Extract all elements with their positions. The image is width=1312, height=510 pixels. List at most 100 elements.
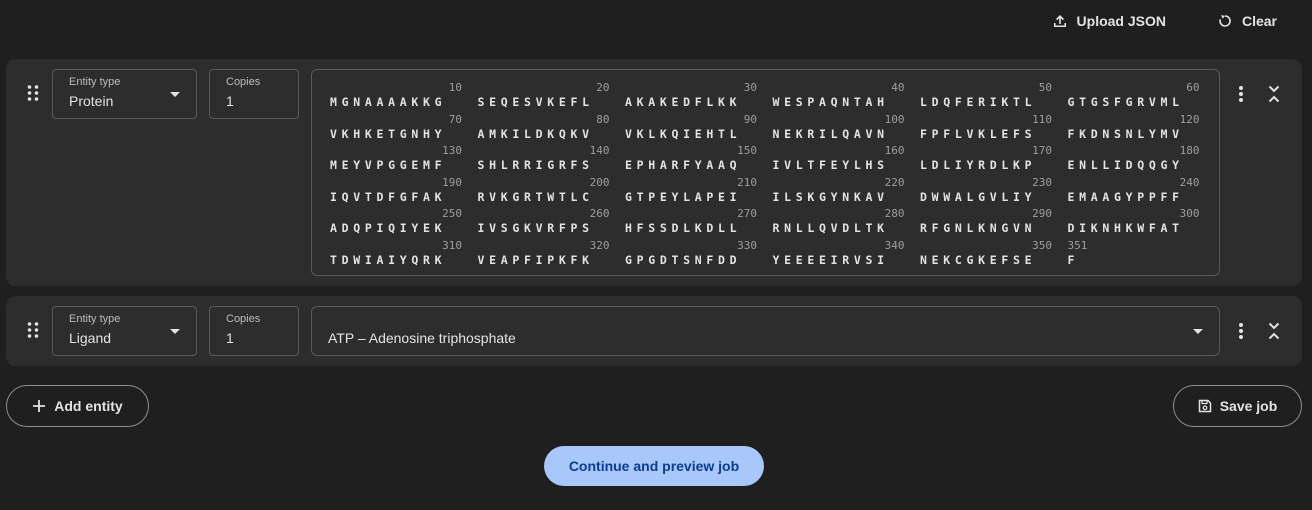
drag-handle-icon[interactable]: [26, 321, 40, 339]
residue-letters: EPHARFYAAQ: [625, 158, 742, 172]
copies-field[interactable]: Copies 1: [209, 69, 299, 119]
residue-number: 260: [589, 207, 610, 220]
residue-letters: AKAKEDFLKK: [625, 95, 742, 109]
save-job-button[interactable]: Save job: [1173, 385, 1302, 427]
add-entity-button[interactable]: Add entity: [6, 385, 149, 427]
sequence-chunk: 260 IVSGKVRFPS: [478, 206, 613, 238]
residue-number: 290: [1032, 207, 1052, 220]
sequence-chunk: 20 SEQESVKEFL: [478, 80, 613, 112]
entity-type-select[interactable]: Entity type Protein: [52, 69, 197, 119]
residue-number: 100: [884, 112, 905, 126]
residue-number: 130: [442, 144, 462, 157]
residue-number: 170: [1032, 144, 1052, 157]
upload-json-button[interactable]: Upload JSON: [1042, 5, 1176, 37]
dropdown-arrow-icon: [170, 92, 180, 97]
residue-letters: GPGDTSNFDD: [625, 252, 742, 267]
add-entity-label: Add entity: [54, 398, 123, 414]
residue-number: 120: [1179, 112, 1200, 126]
sequence-chunk: 30 AKAKEDFLKK: [625, 80, 760, 112]
sequence-chunk: 330 GPGDTSNFDD: [625, 238, 760, 270]
sequence-chunk: 110 FPFLVKLEFS: [920, 112, 1055, 144]
residue-number: 40: [891, 81, 905, 94]
residue-number: 351: [1067, 238, 1088, 252]
residue-number: 60: [1186, 81, 1200, 94]
residue-number: 90: [743, 112, 757, 126]
residue-number: 300: [1179, 207, 1200, 220]
residue-letters: WESPAQNTAH: [772, 95, 889, 109]
residue-number: 330: [737, 238, 757, 252]
residue-letters: RVKGRTWTLC: [477, 189, 594, 204]
residue-number: 30: [743, 81, 757, 94]
residue-letters: NEKRILQAVN: [772, 126, 889, 141]
residue-number: 280: [884, 207, 905, 220]
sequence-row: 10 MGNAAAAKKG 20 SEQESVKEFL 30 AKAKEDFLKK 40 WE…: [330, 80, 1210, 112]
sequence-row: 190 IQVTDFGFAK 200 RVKGRTWTLC 210 GTPEYLAPEI 2…: [330, 175, 1210, 207]
entity-type-value: Protein: [69, 93, 114, 109]
clear-button[interactable]: Clear: [1207, 5, 1287, 37]
residue-letters: IVLTFEYLHS: [772, 158, 889, 172]
residue-letters: ENLLIDQQGY: [1067, 158, 1184, 172]
sequence-chunk: 320 VEAPFIPKFK: [478, 238, 613, 270]
sequence-chunk: 310 TDWIAIYQRK: [330, 238, 465, 270]
residue-letters: SEQESVKEFL: [477, 95, 594, 109]
residue-letters: RFGNLKNGVN: [920, 221, 1037, 235]
residue-number: 200: [589, 175, 610, 189]
ligand-select[interactable]: ATP – Adenosine triphosphate: [311, 306, 1220, 356]
sequence-chunk: 130 MEYVPGGEMF: [330, 143, 465, 175]
residue-number: 350: [1032, 238, 1052, 252]
plus-icon: [33, 400, 46, 412]
sequence-chunk: 70 VKHKETGNHY: [330, 112, 465, 144]
residue-number: 10: [448, 81, 462, 94]
sequence-chunk: 300 DIKNHKWFAT: [1068, 206, 1203, 238]
residue-letters: NEKCGKEFSE: [920, 252, 1037, 267]
residue-letters: YEEEEIRVSI: [772, 252, 889, 267]
residue-letters: TDWIAIYQRK: [330, 252, 447, 267]
dropdown-arrow-icon: [1193, 329, 1203, 334]
residue-number: 180: [1179, 144, 1200, 157]
more-options-button[interactable]: [1231, 320, 1251, 342]
sequence-chunk: 270 HFSSDLKDLL: [625, 206, 760, 238]
collapse-button[interactable]: [1264, 320, 1284, 342]
copies-field[interactable]: Copies 1: [209, 306, 299, 356]
copies-label: Copies: [226, 313, 261, 325]
save-icon: [1198, 399, 1211, 413]
sequence-chunk: 10 MGNAAAAKKG: [330, 80, 465, 112]
more-options-button[interactable]: [1231, 83, 1251, 105]
residue-letters: RNLLQVDLTK: [772, 221, 889, 235]
collapse-button[interactable]: [1264, 83, 1284, 105]
residue-letters: FKDNSNLYMV: [1067, 126, 1184, 141]
more-vert-icon: [1239, 323, 1243, 339]
copies-label: Copies: [226, 76, 261, 88]
residue-number: 210: [737, 175, 757, 189]
residue-letters: F: [1067, 252, 1080, 267]
residue-letters: MGNAAAAKKG: [330, 95, 447, 109]
sequence-grid: 10 MGNAAAAKKG 20 SEQESVKEFL 30 AKAKEDFLKK 40 WE…: [330, 80, 1210, 269]
residue-number: 230: [1032, 175, 1052, 189]
entity-type-select[interactable]: Entity type Ligand: [52, 306, 197, 356]
copies-value: 1: [226, 330, 234, 346]
continue-preview-button[interactable]: Continue and preview job: [544, 446, 764, 486]
sequence-chunk: 160 IVLTFEYLHS: [773, 143, 908, 175]
residue-number: 110: [1032, 112, 1052, 126]
sequence-chunk: 250 ADQPIQIYEK: [330, 206, 465, 238]
residue-number: 220: [884, 175, 905, 189]
sequence-chunk: 170 LDLIYRDLKP: [920, 143, 1055, 175]
sequence-row: 310 TDWIAIYQRK 320 VEAPFIPKFK 330 GPGDTSNFDD 3…: [330, 238, 1210, 270]
sequence-chunk: 210 GTPEYLAPEI: [625, 175, 760, 207]
drag-handle-icon[interactable]: [26, 84, 40, 102]
sequence-chunk: 280 RNLLQVDLTK: [773, 206, 908, 238]
sequence-input[interactable]: 10 MGNAAAAKKG 20 SEQESVKEFL 30 AKAKEDFLKK 40 WE…: [311, 69, 1220, 276]
more-vert-icon: [1239, 86, 1243, 102]
residue-letters: GTGSFGRVML: [1067, 95, 1184, 109]
sequence-chunk: 90 VKLKQIEHTL: [625, 112, 760, 144]
sequence-chunk: 350 NEKCGKEFSE: [920, 238, 1055, 270]
sequence-chunk: 100 NEKRILQAVN: [773, 112, 908, 144]
sequence-row: 130 MEYVPGGEMF 140 SHLRRIGRFS 150 EPHARFYAAQ 1…: [330, 143, 1210, 175]
upload-json-label: Upload JSON: [1076, 13, 1166, 29]
reset-icon: [1219, 15, 1231, 27]
residue-number: 20: [596, 81, 610, 94]
residue-letters: HFSSDLKDLL: [625, 221, 742, 235]
residue-letters: IVSGKVRFPS: [477, 221, 594, 235]
sequence-chunk: 180 ENLLIDQQGY: [1068, 143, 1203, 175]
residue-number: 340: [884, 238, 905, 252]
